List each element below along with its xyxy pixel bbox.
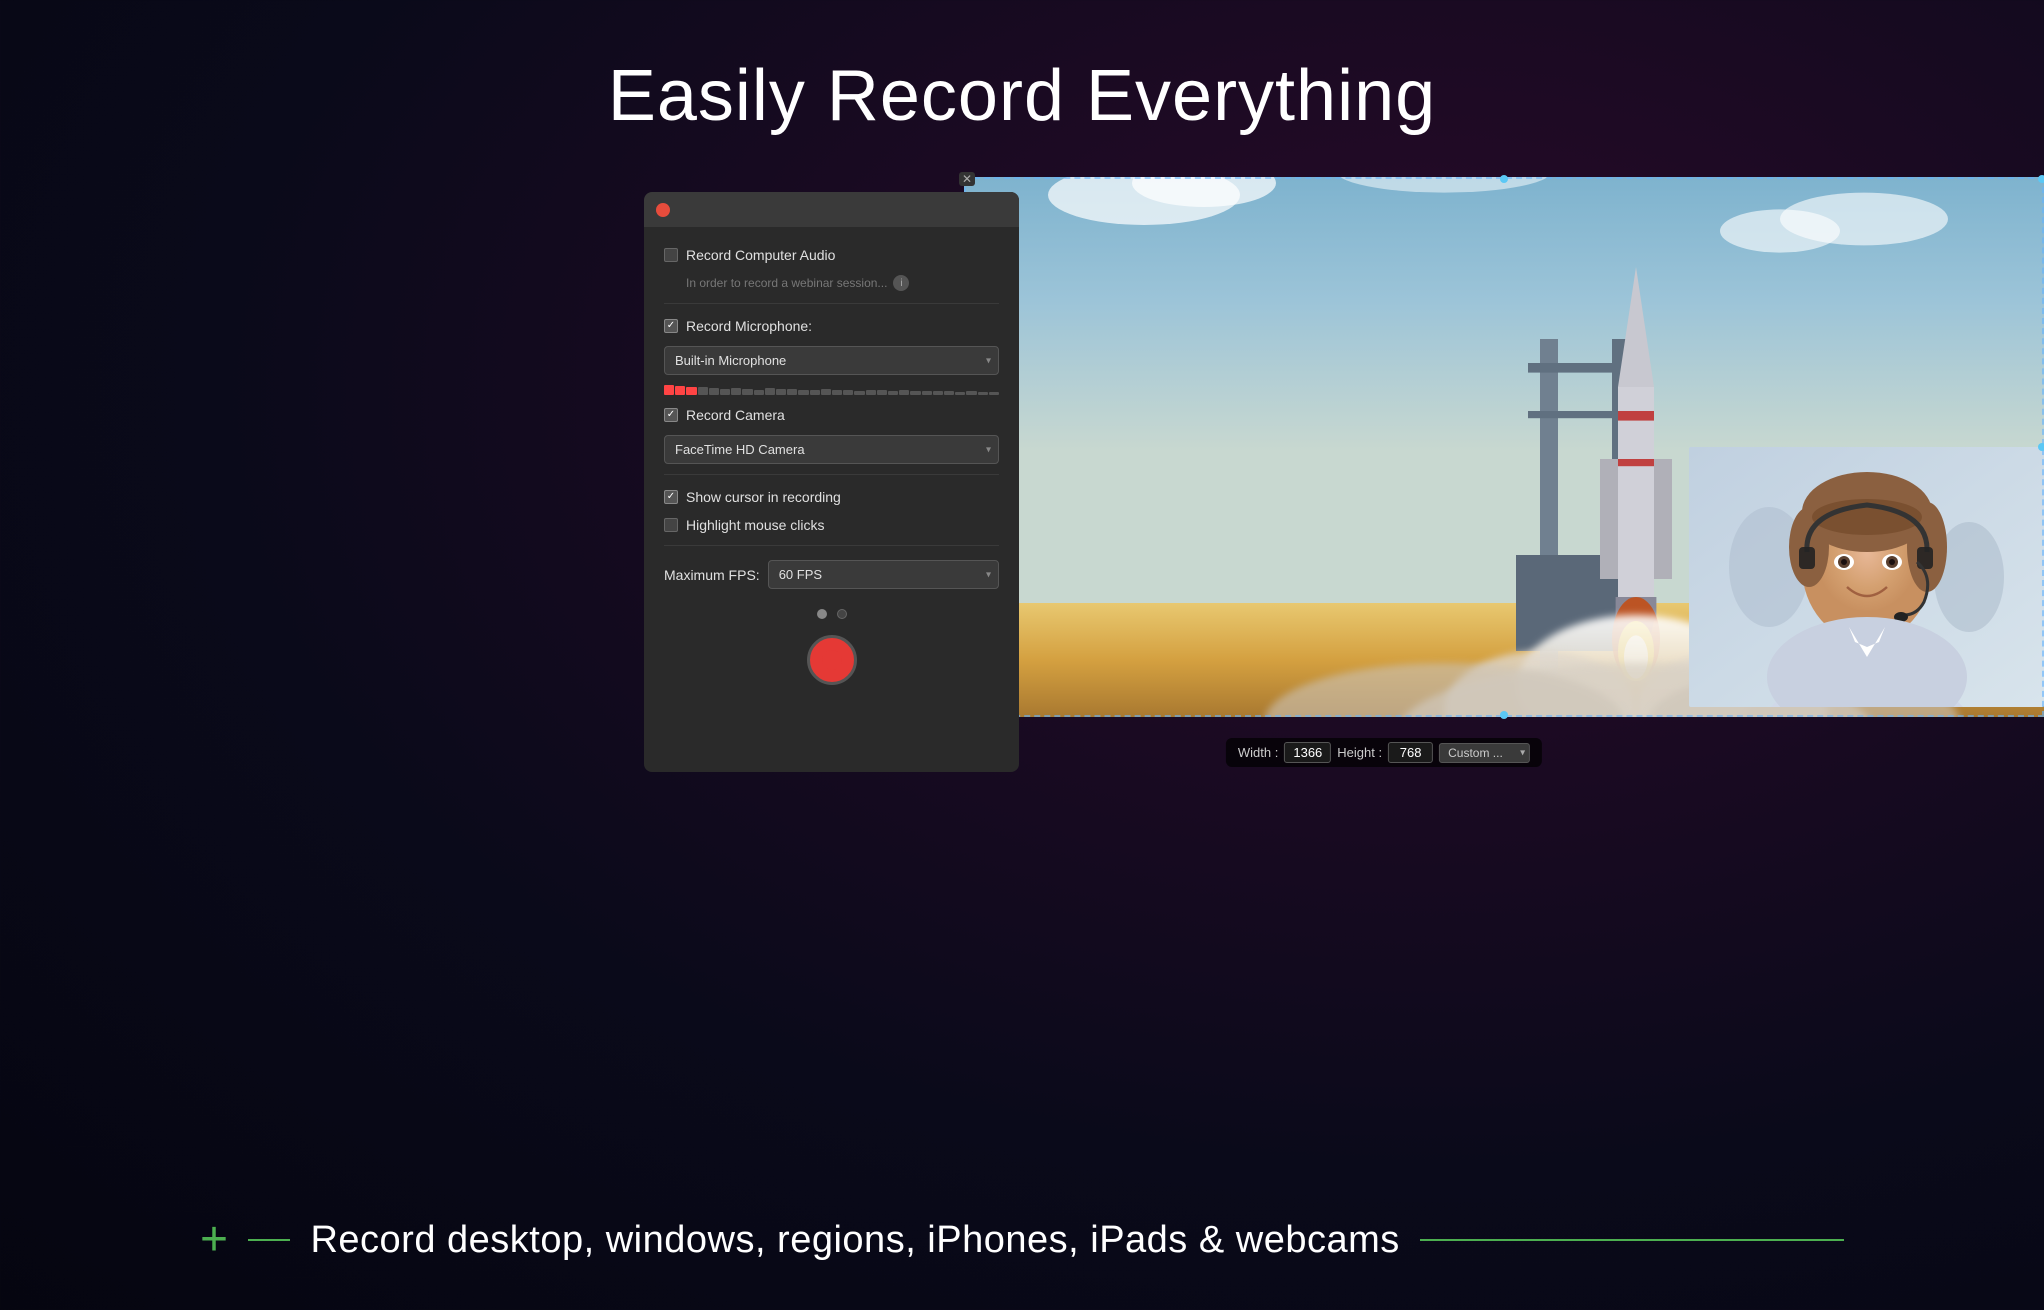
mic-bar-22 bbox=[899, 390, 909, 395]
webinar-note-text: In order to record a webinar session... bbox=[686, 276, 887, 290]
mic-bar-19 bbox=[866, 390, 876, 396]
mic-bar-30 bbox=[989, 392, 999, 395]
mic-bar-4 bbox=[698, 387, 708, 396]
traffic-light[interactable] bbox=[656, 203, 670, 217]
camera-dropdown[interactable]: FaceTime HD Camera External Camera bbox=[664, 435, 999, 464]
record-audio-label: Record Computer Audio bbox=[686, 247, 835, 263]
page-title: Easily Record Everything bbox=[0, 0, 2044, 177]
show-cursor-row: Show cursor in recording bbox=[664, 489, 999, 505]
record-camera-checkbox[interactable] bbox=[664, 408, 678, 422]
width-value[interactable]: 1366 bbox=[1284, 742, 1331, 763]
width-label: Width : bbox=[1238, 745, 1278, 760]
mic-bar-26 bbox=[944, 391, 954, 395]
mic-bar-21 bbox=[888, 391, 898, 396]
page-container: Easily Record Everything ✕ bbox=[0, 0, 2044, 777]
mic-bar-9 bbox=[754, 390, 764, 396]
pagination-dots bbox=[664, 609, 999, 619]
dot-2[interactable] bbox=[837, 609, 847, 619]
mic-bar-18 bbox=[854, 391, 864, 396]
record-microphone-label: Record Microphone: bbox=[686, 318, 812, 334]
microphone-dropdown[interactable]: Built-in Microphone External Microphone bbox=[664, 346, 999, 375]
height-value[interactable]: 768 bbox=[1388, 742, 1433, 763]
webcam-person-svg bbox=[1689, 447, 2044, 707]
custom-dropdown-wrapper: Custom ... 1920×1080 1280×720 1024×768 ▾ bbox=[1439, 743, 1530, 763]
main-screenshot bbox=[964, 177, 2044, 717]
mic-bar-24 bbox=[922, 391, 932, 395]
mic-bar-27 bbox=[955, 392, 965, 396]
record-camera-label: Record Camera bbox=[686, 407, 785, 423]
mic-bar-29 bbox=[978, 392, 988, 396]
divider-2 bbox=[664, 474, 999, 475]
mic-bar-15 bbox=[821, 389, 831, 395]
fps-dropdown[interactable]: 60 FPS 30 FPS 24 FPS 15 FPS bbox=[768, 560, 999, 589]
control-panel: Record Computer Audio In order to record… bbox=[644, 192, 1019, 772]
record-camera-row: Record Camera bbox=[664, 407, 999, 423]
mic-bar-11 bbox=[776, 389, 786, 396]
plus-icon: + bbox=[200, 1216, 228, 1264]
show-cursor-label: Show cursor in recording bbox=[686, 489, 841, 505]
mic-bar-28 bbox=[966, 391, 976, 395]
bottom-section: + Record desktop, windows, regions, iPho… bbox=[0, 1170, 2044, 1310]
webinar-note-row: In order to record a webinar session... … bbox=[686, 275, 999, 291]
mic-bar-13 bbox=[798, 390, 808, 396]
record-audio-row: Record Computer Audio bbox=[664, 247, 999, 263]
divider-1 bbox=[664, 303, 999, 304]
dot-1[interactable] bbox=[817, 609, 827, 619]
mic-bar-3 bbox=[686, 387, 696, 395]
mic-bar-5 bbox=[709, 388, 719, 395]
fps-label: Maximum FPS: bbox=[664, 567, 760, 583]
close-icon[interactable]: ✕ bbox=[959, 172, 975, 186]
highlight-clicks-label: Highlight mouse clicks bbox=[686, 517, 825, 533]
mic-level-bars bbox=[664, 385, 999, 395]
bottom-divider-right bbox=[1420, 1239, 1844, 1241]
mic-bar-6 bbox=[720, 389, 730, 396]
mic-bar-1 bbox=[664, 385, 674, 395]
mic-bar-12 bbox=[787, 389, 797, 395]
highlight-clicks-checkbox[interactable] bbox=[664, 518, 678, 532]
highlight-clicks-row: Highlight mouse clicks bbox=[664, 517, 999, 533]
mic-bar-20 bbox=[877, 390, 887, 395]
record-microphone-checkbox[interactable] bbox=[664, 319, 678, 333]
record-microphone-row: Record Microphone: bbox=[664, 318, 999, 334]
info-icon[interactable]: i bbox=[893, 275, 909, 291]
custom-dropdown[interactable]: Custom ... 1920×1080 1280×720 1024×768 bbox=[1439, 743, 1530, 763]
panel-content: Record Computer Audio In order to record… bbox=[644, 227, 1019, 701]
mic-bar-17 bbox=[843, 390, 853, 395]
mic-bar-8 bbox=[742, 389, 752, 395]
record-button[interactable] bbox=[807, 635, 857, 685]
bottom-description: Record desktop, windows, regions, iPhone… bbox=[310, 1219, 1399, 1262]
mic-bar-16 bbox=[832, 390, 842, 396]
microphone-dropdown-wrapper: Built-in Microphone External Microphone … bbox=[664, 346, 999, 375]
mic-bar-2 bbox=[675, 386, 685, 395]
camera-dropdown-wrapper: FaceTime HD Camera External Camera ▾ bbox=[664, 435, 999, 464]
record-button-inner bbox=[822, 650, 842, 670]
divider-3 bbox=[664, 545, 999, 546]
mic-bar-10 bbox=[765, 388, 775, 395]
fps-row: Maximum FPS: 60 FPS 30 FPS 24 FPS 15 FPS… bbox=[664, 560, 999, 589]
height-label: Height : bbox=[1337, 745, 1382, 760]
show-cursor-checkbox[interactable] bbox=[664, 490, 678, 504]
bottom-divider-left bbox=[248, 1239, 290, 1241]
mic-bar-25 bbox=[933, 391, 943, 396]
recording-area: ✕ Record Computer bbox=[644, 177, 2044, 777]
record-button-area bbox=[664, 635, 999, 685]
dimension-bar: Width : 1366 Height : 768 Custom ... 192… bbox=[1226, 738, 1542, 767]
mic-bar-14 bbox=[810, 390, 820, 395]
fps-dropdown-wrapper: 60 FPS 30 FPS 24 FPS 15 FPS ▾ bbox=[768, 560, 999, 589]
mic-bar-7 bbox=[731, 388, 741, 396]
webcam-overlay bbox=[1689, 447, 2044, 707]
record-audio-checkbox[interactable] bbox=[664, 248, 678, 262]
panel-titlebar bbox=[644, 192, 1019, 227]
mic-bar-23 bbox=[910, 391, 920, 396]
